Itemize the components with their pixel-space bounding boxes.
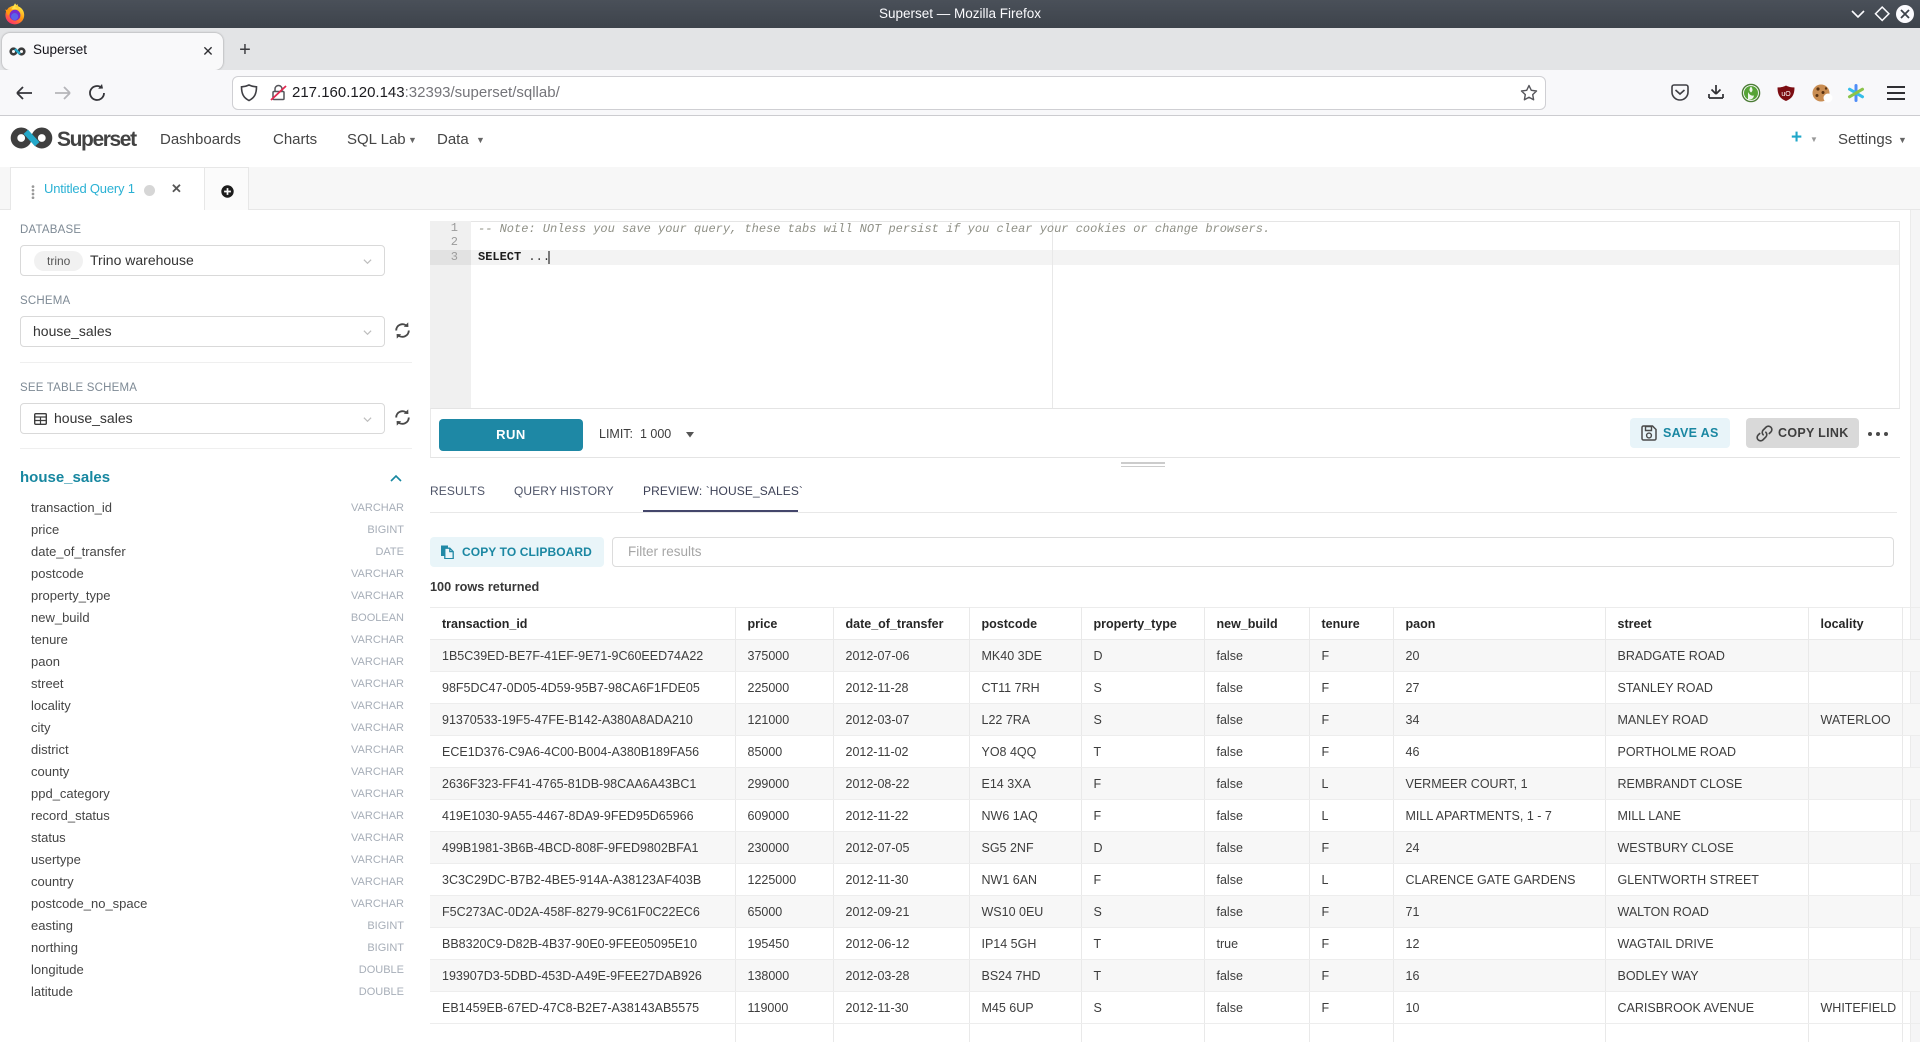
svg-text:uO: uO — [1781, 91, 1791, 98]
